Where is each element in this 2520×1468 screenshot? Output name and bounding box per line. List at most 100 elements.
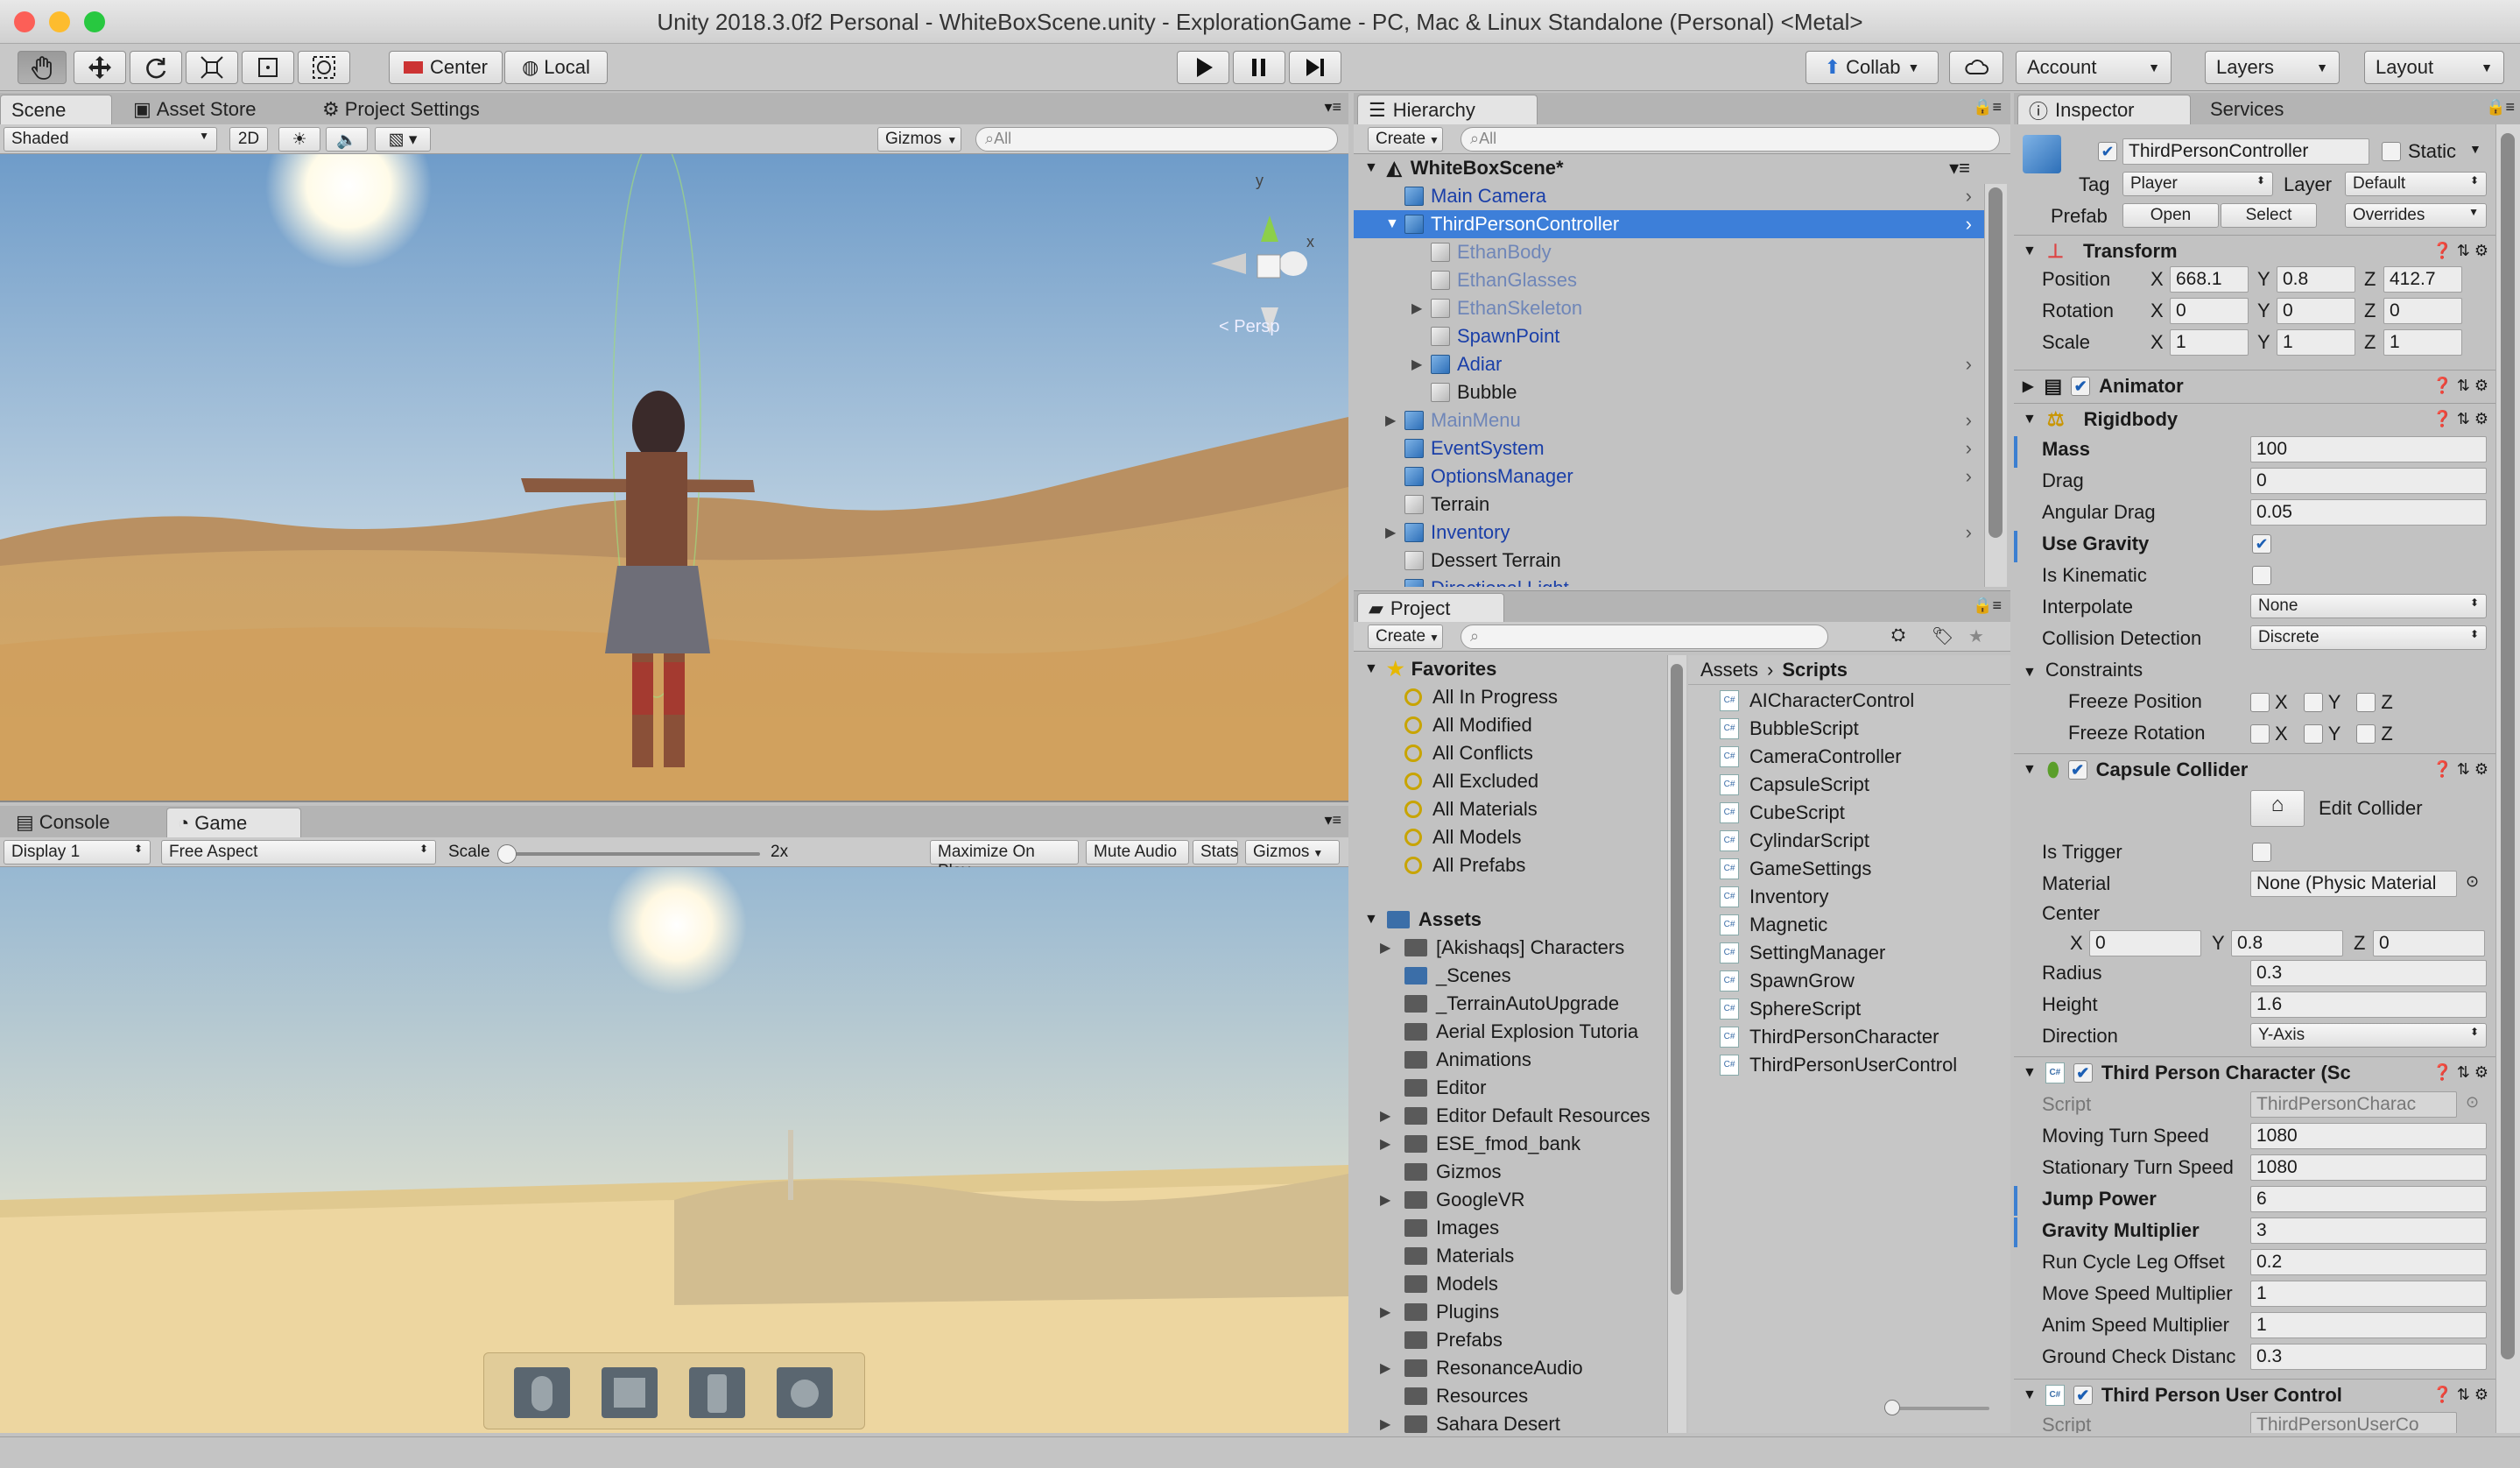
scene-gizmos-dropdown[interactable]: Gizmos ▼ xyxy=(877,127,961,152)
mass-field[interactable]: 100 xyxy=(2250,436,2487,462)
freeze-rotation-y-checkbox[interactable] xyxy=(2303,724,2323,745)
transform-position-y-field[interactable]: 0.8 xyxy=(2277,266,2355,293)
rigidbody-header[interactable]: ▼ ⚖ Rigidbody ❓ ⇅ ⚙ xyxy=(2014,403,2495,434)
inspector-scroll-thumb[interactable] xyxy=(2501,133,2515,1359)
capsule-enabled-checkbox[interactable]: ✔ xyxy=(2067,759,2087,780)
chevron-right-icon[interactable]: › xyxy=(1966,185,1972,208)
pivot-center-button[interactable]: Center xyxy=(389,51,503,84)
transform-scale-z-field[interactable]: 1 xyxy=(2383,329,2462,356)
asset-folder-item[interactable]: ▶ Sahara Desert xyxy=(1354,1410,1667,1433)
tpc-field-value[interactable]: 0.3 xyxy=(2250,1344,2487,1370)
disclosure-closed-icon[interactable]: ▶ xyxy=(1380,1359,1404,1377)
inventory-slot-cube[interactable] xyxy=(602,1367,658,1418)
icon-size-slider-handle[interactable] xyxy=(1884,1400,1900,1415)
tab-services[interactable]: Services xyxy=(2200,95,2294,124)
hierarchy-item[interactable]: ▶ Inventory › xyxy=(1354,519,1984,547)
favorite-item[interactable]: All Excluded xyxy=(1354,767,1667,795)
breadcrumb-assets[interactable]: Assets xyxy=(1700,659,1758,681)
transform-rotation-z-field[interactable]: 0 xyxy=(2383,298,2462,324)
radius-field[interactable]: 0.3 xyxy=(2250,960,2487,986)
favorite-star-icon[interactable]: ★ xyxy=(1968,625,1984,647)
disclosure-closed-icon[interactable]: ▶ xyxy=(1380,1135,1404,1153)
shading-mode-dropdown[interactable]: Shaded ▼ xyxy=(4,127,217,152)
inspector-scrollbar[interactable] xyxy=(2495,124,2520,1433)
cloud-button[interactable] xyxy=(1949,51,2003,84)
game-view[interactable] xyxy=(0,867,1348,1433)
favorites-header[interactable]: ▼ ★ Favorites xyxy=(1354,655,1667,683)
freeze-rotation-x-checkbox[interactable] xyxy=(2250,724,2270,745)
tpc-field-value[interactable]: 0.2 xyxy=(2250,1249,2487,1275)
script-item[interactable]: C# CylindarScript xyxy=(1688,827,2010,855)
effects-dropdown[interactable]: ▧ ▾ xyxy=(375,127,431,152)
transform-position-x-field[interactable]: 668.1 xyxy=(2170,266,2249,293)
tab-hierarchy[interactable]: ☰ Hierarchy xyxy=(1357,95,1538,124)
scene-menu-icon[interactable]: ▾≡ xyxy=(1949,157,1970,180)
component-help-settings-icons[interactable]: ❓ ⇅ ⚙ xyxy=(2432,1063,2488,1082)
project-create-dropdown[interactable]: Create ▼ xyxy=(1368,625,1443,649)
hierarchy-item[interactable]: OptionsManager › xyxy=(1354,462,1984,491)
third-person-character-header[interactable]: ▼ C# ✔ Third Person Character (Sc ❓ ⇅ ⚙ xyxy=(2014,1056,2495,1088)
disclosure-open-icon[interactable]: ▼ xyxy=(1385,216,1404,232)
inventory-slot-sphere[interactable] xyxy=(777,1367,833,1418)
component-help-settings-icons[interactable]: ❓ ⇅ ⚙ xyxy=(2432,377,2488,395)
script-item[interactable]: C# SpawnGrow xyxy=(1688,967,2010,995)
maximize-on-play-toggle[interactable]: Maximize On Play xyxy=(930,840,1079,880)
persp-label[interactable]: < Persp xyxy=(1219,317,1279,337)
pause-button[interactable] xyxy=(1233,51,1285,84)
script-item[interactable]: C# BubbleScript xyxy=(1688,715,2010,743)
freeze-position-z-checkbox[interactable] xyxy=(2356,693,2376,713)
hierarchy-item[interactable]: ▶ MainMenu › xyxy=(1354,406,1984,434)
step-button[interactable] xyxy=(1289,51,1341,84)
asset-folder-item[interactable]: _TerrainAutoUpgrade xyxy=(1354,990,1667,1018)
tab-inspector[interactable]: ⓘ Inspector xyxy=(2017,95,2191,124)
hierarchy-create-dropdown[interactable]: Create ▼ xyxy=(1368,127,1443,152)
scale-slider-handle[interactable] xyxy=(497,844,517,864)
is-kinematic-checkbox[interactable] xyxy=(2252,566,2271,585)
collision-detection-dropdown[interactable]: Discrete ⬍ xyxy=(2250,625,2487,650)
transform-position-z-field[interactable]: 412.7 xyxy=(2383,266,2462,293)
stats-toggle[interactable]: Stats xyxy=(1193,840,1238,865)
chevron-right-icon[interactable]: › xyxy=(1966,465,1972,488)
chevron-right-icon[interactable]: › xyxy=(1966,521,1972,544)
lighting-toggle[interactable]: ☀ xyxy=(278,127,320,152)
folder-tree-scroll-thumb[interactable] xyxy=(1671,664,1683,1295)
icon-size-slider-track[interactable] xyxy=(1884,1407,1989,1410)
prefab-overrides-dropdown[interactable]: Overrides ▼ xyxy=(2345,203,2487,228)
transform-tool-button[interactable] xyxy=(298,51,350,84)
static-checkbox[interactable] xyxy=(2382,142,2401,161)
move-tool-button[interactable] xyxy=(74,51,126,84)
rect-tool-button[interactable] xyxy=(242,51,294,84)
scene-search-input[interactable]: ⌕All xyxy=(975,127,1338,152)
hierarchy-item[interactable]: ▶ Adiar › xyxy=(1354,350,1984,378)
pivot-local-button[interactable]: ◍ Local xyxy=(504,51,608,84)
component-help-settings-icons[interactable]: ❓ ⇅ ⚙ xyxy=(2432,242,2488,260)
hierarchy-item[interactable]: Main Camera › xyxy=(1354,182,1984,210)
inventory-slot-capsule[interactable] xyxy=(514,1367,570,1418)
angular-drag-field[interactable]: 0.05 xyxy=(2250,499,2487,526)
layer-dropdown[interactable]: Default ⬍ xyxy=(2345,172,2487,196)
asset-folder-item[interactable]: ▶ Plugins xyxy=(1354,1298,1667,1326)
tpc-field-value[interactable]: 3 xyxy=(2250,1217,2487,1244)
collab-dropdown[interactable]: ⬆ Collab ▼ xyxy=(1806,51,1939,84)
disclosure-closed-icon[interactable]: ▶ xyxy=(1380,939,1404,956)
chevron-right-icon[interactable]: › xyxy=(1966,213,1972,236)
capsule-collider-header[interactable]: ▼ ⬮ ✔ Capsule Collider ❓ ⇅ ⚙ xyxy=(2014,753,2495,785)
layout-dropdown[interactable]: Layout ▼ xyxy=(2364,51,2504,84)
asset-folder-item[interactable]: Prefabs xyxy=(1354,1326,1667,1354)
tab-scene[interactable]: Scene xyxy=(0,95,112,124)
asset-folder-item[interactable]: ▶ ESE_fmod_bank xyxy=(1354,1130,1667,1158)
script-item[interactable]: C# Magnetic xyxy=(1688,911,2010,939)
script-item[interactable]: C# ThirdPersonUserControl xyxy=(1688,1051,2010,1079)
hierarchy-item[interactable]: Directional Light xyxy=(1354,575,1984,587)
freeze-position-y-checkbox[interactable] xyxy=(2303,693,2323,713)
account-dropdown[interactable]: Account ▼ xyxy=(2016,51,2172,84)
favorite-item[interactable]: All In Progress xyxy=(1354,683,1667,711)
animator-enabled-checkbox[interactable]: ✔ xyxy=(2071,376,2091,396)
edit-collider-button[interactable]: ⌂ xyxy=(2250,790,2305,827)
panel-menu-icon[interactable]: ▾≡ xyxy=(1324,811,1341,829)
hierarchy-scrollbar[interactable] xyxy=(1984,184,2007,587)
asset-folder-item[interactable]: ▶ [Akishaqs] Characters xyxy=(1354,934,1667,962)
hierarchy-item[interactable]: EventSystem › xyxy=(1354,434,1984,462)
lock-menu-icon[interactable]: 🔒≡ xyxy=(1973,596,2002,615)
hierarchy-scroll-thumb[interactable] xyxy=(1989,187,2003,538)
